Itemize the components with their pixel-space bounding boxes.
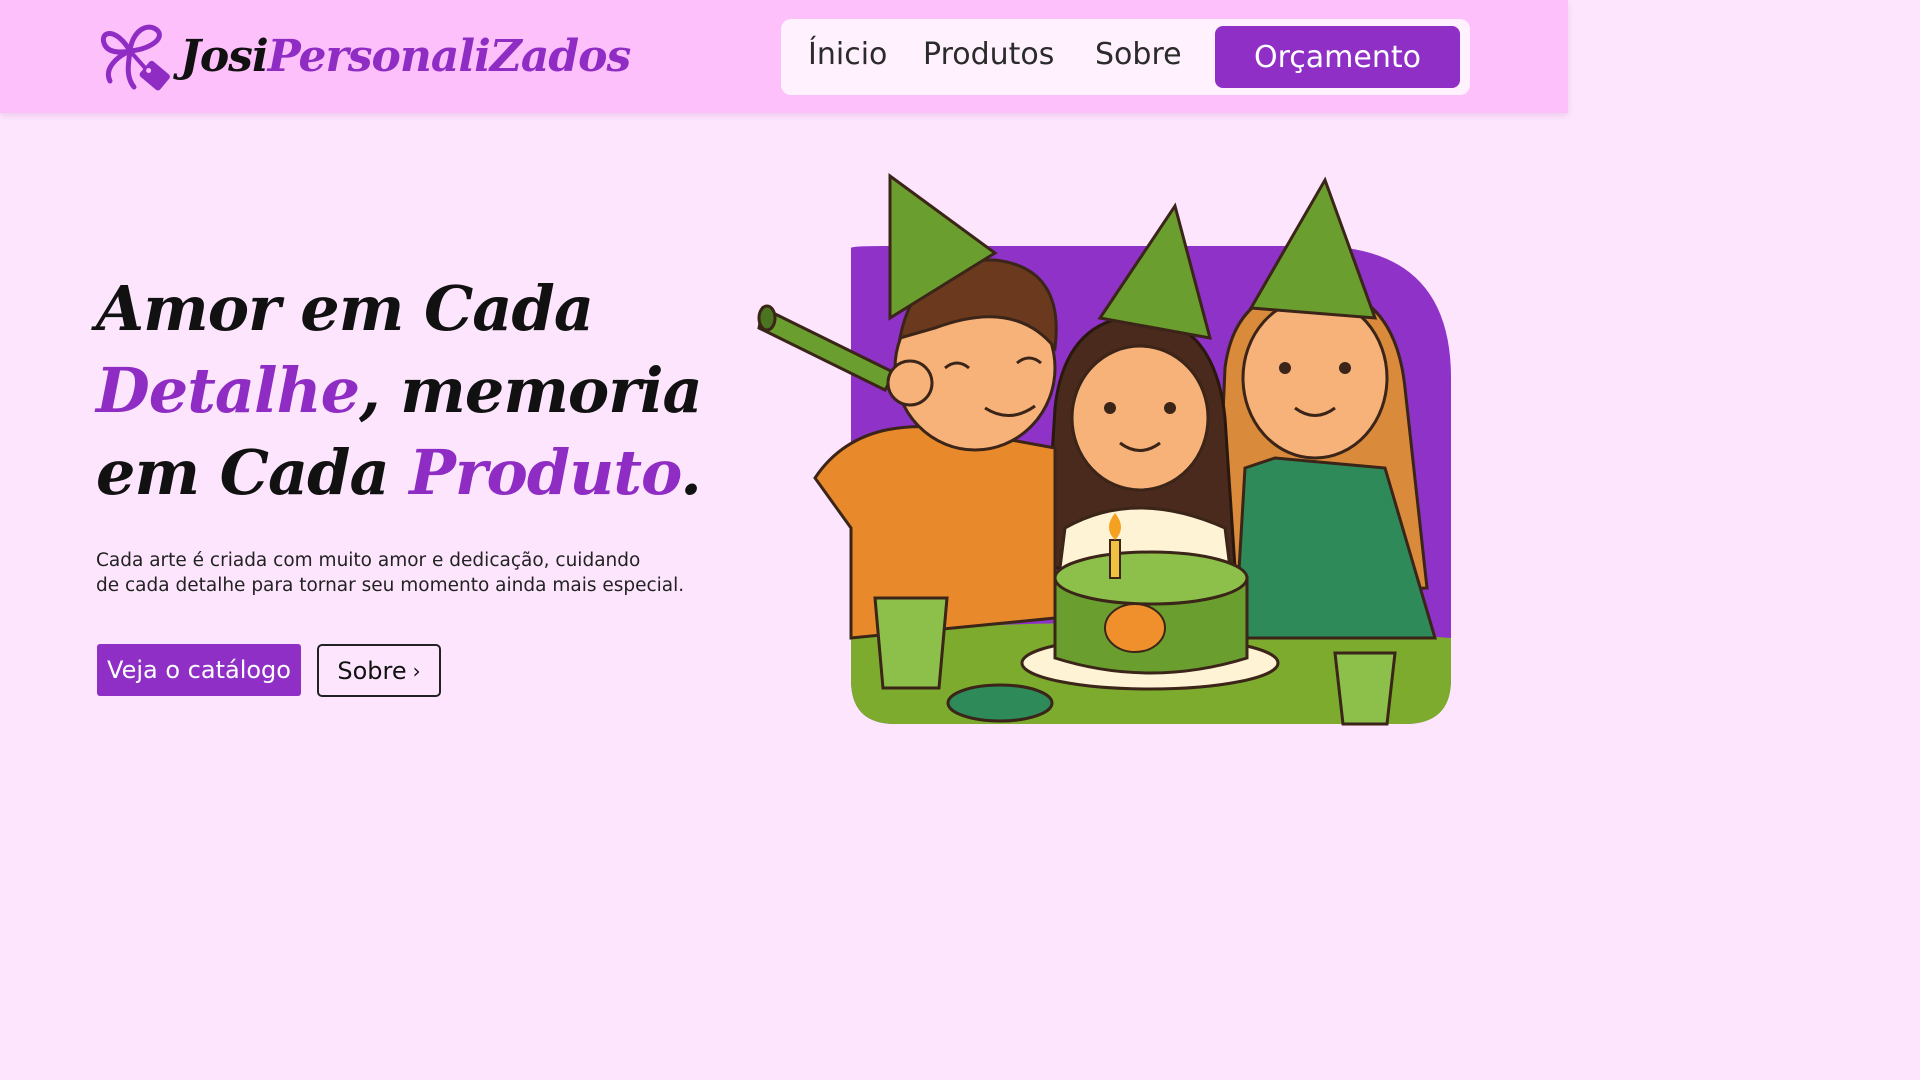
headline-highlight-detalhe: Detalhe <box>96 354 360 427</box>
brand-logo[interactable]: JosiPersonaliZados <box>96 16 631 96</box>
site-header: JosiPersonaliZados Ínicio Produtos Sobre… <box>0 0 1568 113</box>
brand-wordmark: JosiPersonaliZados <box>180 30 632 82</box>
about-button[interactable]: Sobre › <box>317 644 441 697</box>
brand-name-part2: PersonaliZados <box>267 30 632 82</box>
bow-tag-icon <box>100 24 170 91</box>
hero-headline: Amor em Cada Detalhe, memoria em Cada Pr… <box>96 268 736 514</box>
party-illustration <box>757 173 1451 726</box>
catalog-button[interactable]: Veja o catálogo <box>97 644 301 696</box>
description-line1: Cada arte é criada com muito amor e dedi… <box>96 550 641 571</box>
about-button-label: Sobre <box>337 656 407 685</box>
hero-description: Cada arte é criada com muito amor e dedi… <box>96 548 736 598</box>
headline-line3-start: em Cada <box>96 436 410 509</box>
headline-highlight-produto: Produto <box>409 436 681 509</box>
chevron-right-icon: › <box>412 658 421 683</box>
main-nav: Ínicio Produtos Sobre Orçamento <box>781 19 1470 95</box>
orcamento-button[interactable]: Orçamento <box>1215 26 1460 88</box>
nav-item-sobre[interactable]: Sobre <box>1095 37 1182 72</box>
description-line2: de cada detalhe para tornar seu momento … <box>96 575 685 596</box>
brand-name-part1: Josi <box>180 30 269 82</box>
nav-item-inicio[interactable]: Ínicio <box>808 37 887 72</box>
headline-line3-end: . <box>680 436 702 509</box>
headline-line2-rest: , memoria <box>359 354 703 427</box>
headline-line1: Amor em Cada <box>96 272 594 345</box>
nav-item-produtos[interactable]: Produtos <box>923 37 1054 72</box>
